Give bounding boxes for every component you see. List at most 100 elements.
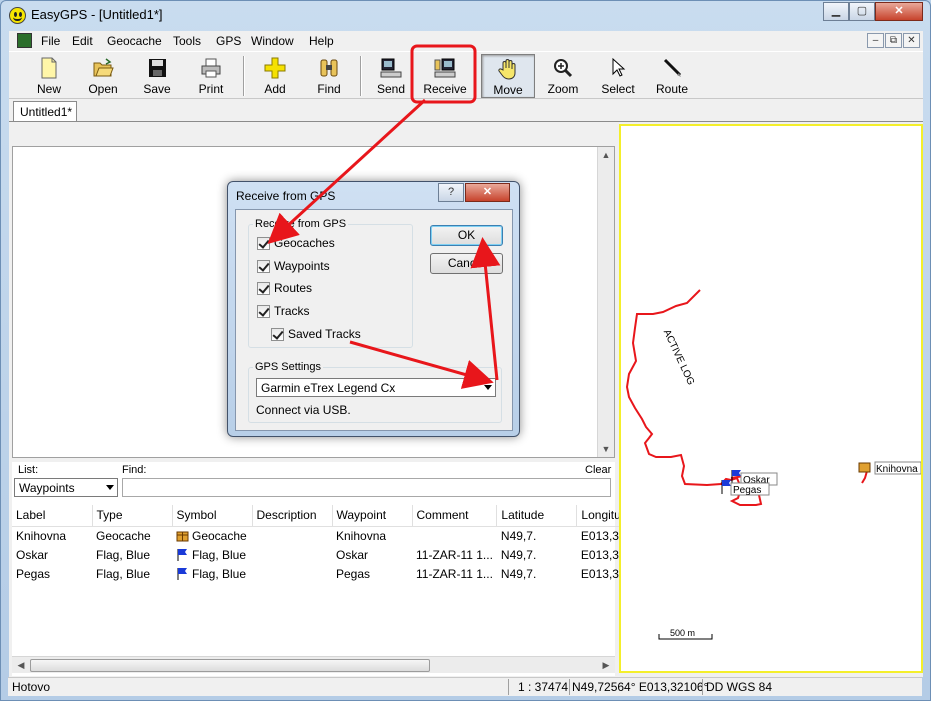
clear-link[interactable]: Clear (585, 464, 611, 476)
menu-tools[interactable]: Tools (173, 34, 201, 48)
table-row[interactable]: Knihovna Geocache Geocache Knihovna N49,… (12, 526, 625, 545)
cell-symbol-text: Geocache (192, 528, 247, 543)
tab-untitled1[interactable]: Untitled1* (13, 101, 77, 121)
find-input[interactable] (122, 478, 611, 497)
title-bar: EasyGPS - [Untitled1*] ▁ ▢ ✕ (1, 1, 930, 29)
route-button[interactable]: Route (646, 54, 698, 98)
status-text: Hotovo (12, 680, 51, 694)
table-header-row: Label Type Symbol Description Waypoint C… (12, 505, 625, 527)
column-waypoint[interactable]: Waypoint (332, 505, 413, 527)
scroll-left-arrow-icon[interactable]: ◀ (13, 657, 29, 673)
close-button[interactable]: ✕ (875, 2, 923, 21)
dialog-title: Receive from GPS (236, 189, 336, 203)
status-scale: 1 : 37474 (518, 680, 569, 694)
menu-gps[interactable]: GPS (216, 34, 241, 48)
cell-description (252, 526, 332, 545)
checkbox-label: Geocaches (274, 236, 335, 250)
cell-symbol-text: Flag, Blue (192, 566, 247, 581)
map-view[interactable]: ACTIVE LOG Oskar Pegas Knihovna 500 m (619, 124, 923, 673)
send-button[interactable]: Send (365, 54, 417, 98)
column-type[interactable]: Type (92, 505, 173, 527)
column-longitude[interactable]: Longitu (576, 505, 625, 527)
dialog-close-button[interactable]: ✕ (465, 183, 510, 202)
column-description[interactable]: Description (252, 505, 333, 527)
find-label-text: Find: (122, 464, 147, 476)
add-button[interactable]: Add (249, 54, 301, 98)
status-divider (569, 679, 570, 695)
menu-help[interactable]: Help (309, 34, 334, 48)
scrollbar-thumb[interactable] (30, 659, 430, 672)
list-type-value: Waypoints (19, 481, 75, 495)
list-horizontal-scrollbar[interactable]: ◀ ▶ (12, 656, 615, 673)
scroll-up-arrow-icon[interactable]: ▲ (598, 147, 614, 163)
menu-window[interactable]: Window (251, 34, 294, 48)
print-button[interactable]: Print (185, 54, 237, 98)
easygps-smiley-icon (9, 7, 26, 24)
mdi-close-button[interactable]: ✕ (903, 33, 920, 48)
checkbox-label: Waypoints (274, 259, 330, 273)
minimize-button[interactable]: ▁ (823, 2, 849, 21)
receive-button[interactable]: Receive (419, 54, 471, 98)
save-label: Save (143, 82, 171, 96)
move-map-button[interactable]: Move Map (481, 54, 535, 111)
checkbox-label: Tracks (274, 304, 310, 318)
cell-longitude: E013,3 (580, 528, 619, 543)
new-button[interactable]: New (23, 54, 75, 98)
binoculars-icon (320, 59, 338, 77)
details-vertical-scrollbar[interactable]: ▲ ▼ (597, 147, 614, 457)
scroll-right-arrow-icon[interactable]: ▶ (598, 657, 614, 673)
checkmark-icon (257, 282, 270, 295)
mdi-restore-button[interactable]: ⧉ (885, 33, 902, 48)
cell-type: Flag, Blue (96, 547, 151, 562)
scale-label: 500 m (670, 628, 695, 638)
cell-comment: 11-ZAR-11 1... (416, 547, 493, 562)
menu-geocache[interactable]: Geocache (107, 34, 162, 48)
document-icon[interactable] (17, 33, 32, 48)
column-label[interactable]: Label (12, 505, 93, 527)
waypoint-knihovna[interactable]: Knihovna (858, 461, 922, 475)
column-latitude[interactable]: Latitude (496, 505, 578, 527)
list-label: List: (18, 464, 39, 476)
table-row[interactable]: Oskar Flag, Blue Flag, Blue Oskar 11-ZAR… (12, 545, 625, 564)
toolbar-separator (360, 56, 362, 96)
cell-latitude: N49,7. (500, 547, 537, 562)
checkbox-label: Saved Tracks (288, 327, 361, 341)
menu-bar: File Edit Geocache Tools GPS Window Help… (9, 31, 923, 51)
receive-from-gps-dialog: Receive from GPS ? ✕ Receive from GPS Ge… (227, 181, 520, 437)
checkmark-icon (257, 237, 270, 250)
cell-label: Knihovna (16, 528, 67, 543)
waypoint-table: Label Type Symbol Description Waypoint C… (12, 505, 625, 583)
cell-symbol: Flag, Blue (172, 545, 252, 564)
maximize-button[interactable]: ▢ (849, 2, 875, 21)
cell-label: Pegas (16, 566, 51, 581)
status-coords: N49,72564° E013,32106° (572, 680, 709, 694)
cancel-button[interactable]: Cancel (430, 253, 503, 274)
send-label: Send (376, 82, 406, 96)
zoom-button[interactable]: Zoom (537, 54, 589, 98)
column-comment[interactable]: Comment (412, 505, 498, 527)
ok-button[interactable]: OK (430, 225, 503, 246)
scroll-down-arrow-icon[interactable]: ▼ (598, 441, 614, 457)
save-button[interactable]: Save (131, 54, 183, 98)
gps-send-icon (380, 58, 402, 78)
add-label: Add (264, 82, 286, 96)
connect-note: Connect via USB. (256, 403, 351, 417)
mdi-minimize-button[interactable]: – (867, 33, 884, 48)
cell-label: Oskar (16, 547, 49, 562)
toolbar: New Open Save Print Add Find Send Receiv… (9, 51, 923, 111)
list-type-select[interactable]: Waypoints (14, 478, 118, 497)
folder-open-icon (93, 58, 114, 77)
table-row[interactable]: Pegas Flag, Blue Flag, Blue Pegas 11-ZAR… (12, 564, 625, 583)
column-symbol[interactable]: Symbol (172, 505, 253, 527)
receive-label: Receive (423, 82, 467, 96)
gps-model-select[interactable]: Garmin eTrex Legend Cx (256, 378, 496, 397)
dialog-help-button[interactable]: ? (438, 183, 464, 202)
find-button[interactable]: Find (303, 54, 355, 98)
status-divider (702, 679, 703, 695)
hand-icon (498, 59, 516, 80)
open-button[interactable]: Open (77, 54, 129, 98)
menu-edit[interactable]: Edit (72, 34, 93, 48)
select-button[interactable]: Select (592, 54, 644, 98)
menu-file[interactable]: File (41, 34, 60, 48)
cell-type: Flag, Blue (96, 566, 151, 581)
